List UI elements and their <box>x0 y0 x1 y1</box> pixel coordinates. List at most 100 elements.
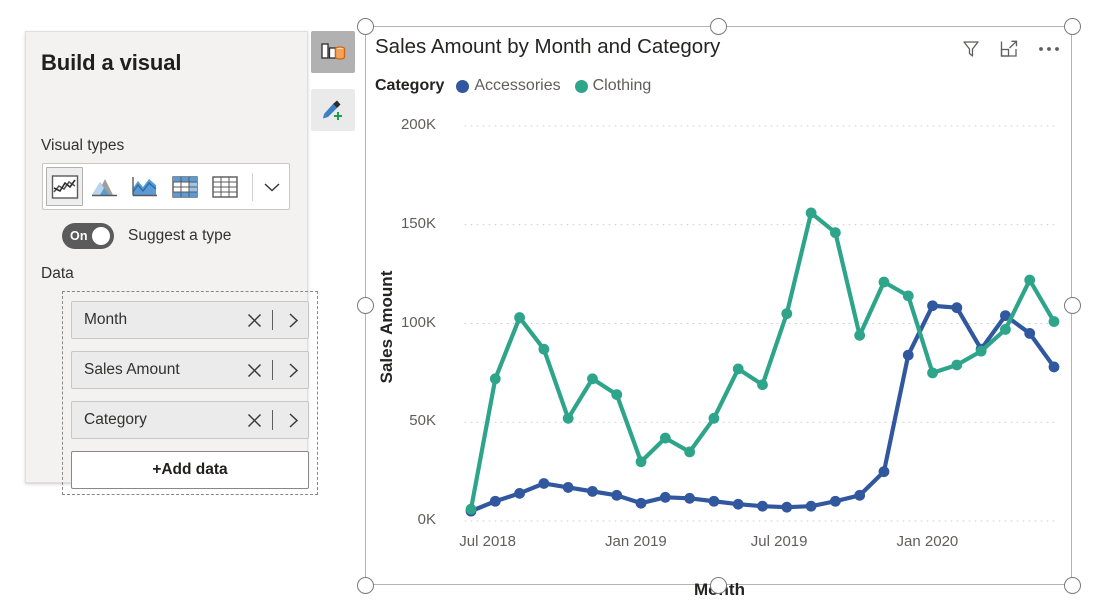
data-point <box>465 503 477 515</box>
data-point <box>805 207 817 219</box>
data-point <box>684 492 696 504</box>
format-visual-icon <box>323 100 342 120</box>
remove-field-button[interactable] <box>241 412 267 429</box>
data-point <box>538 478 550 489</box>
visual-type-matrix[interactable] <box>166 167 203 206</box>
data-point <box>757 379 768 391</box>
resize-handle-bottom-center[interactable] <box>710 577 727 594</box>
data-point <box>1024 327 1036 339</box>
field-label: Month <box>84 311 128 328</box>
data-point <box>538 343 550 355</box>
build-visual-icon <box>321 43 346 60</box>
chevron-right-icon <box>288 362 298 378</box>
resize-handle-top-center[interactable] <box>710 18 727 35</box>
expand-field-button[interactable] <box>278 312 308 329</box>
gallery-divider <box>251 172 253 201</box>
visual-type-stacked-area-chart[interactable] <box>126 167 163 206</box>
y-axis-title: Sales Amount <box>377 270 396 384</box>
chart-plot-area[interactable]: 0K 50K 100K 150K 200K Jul 2018 Jan 2019 Jul 20… <box>366 27 1071 599</box>
data-point <box>732 363 744 375</box>
suggest-a-type-row[interactable]: On Suggest a type <box>62 222 231 249</box>
data-point <box>489 373 501 385</box>
data-point <box>854 329 866 341</box>
data-point <box>829 227 841 239</box>
data-point <box>878 466 890 478</box>
data-point <box>951 302 963 314</box>
field-label: Category <box>84 411 147 428</box>
toggle-knob <box>92 226 110 245</box>
close-icon <box>247 413 261 427</box>
data-point <box>1000 324 1011 335</box>
series-line-clothing <box>468 210 1057 512</box>
data-point <box>587 373 598 385</box>
resize-handle-middle-left[interactable] <box>357 297 374 314</box>
data-point <box>489 495 501 507</box>
data-point <box>902 349 914 361</box>
data-point <box>659 432 671 444</box>
chevron-right-icon <box>288 412 298 428</box>
chart-canvas <box>464 125 1060 522</box>
data-field-category[interactable]: Category <box>71 401 309 439</box>
data-point <box>1048 316 1060 327</box>
build-visual-icon-button[interactable] <box>311 31 355 73</box>
data-point <box>708 495 720 507</box>
data-field-sales-amount[interactable]: Sales Amount <box>71 351 309 389</box>
chevron-right-icon <box>288 312 298 328</box>
matrix-table-type-icon <box>172 175 198 198</box>
resize-handle-bottom-left[interactable] <box>357 577 374 594</box>
data-point <box>514 487 525 499</box>
data-point <box>781 308 793 320</box>
suggest-a-type-label: Suggest a type <box>128 226 232 244</box>
data-point <box>635 497 647 509</box>
data-point <box>562 412 574 424</box>
data-point <box>878 276 890 288</box>
data-point <box>781 501 793 513</box>
data-point <box>829 495 841 507</box>
data-point <box>611 489 623 501</box>
data-point <box>1024 274 1036 286</box>
x-axis-tick-label: Jan 2020 <box>896 533 959 550</box>
data-point <box>708 412 720 424</box>
data-point <box>975 345 987 357</box>
expand-field-button[interactable] <box>278 362 308 379</box>
remove-field-button[interactable] <box>241 312 267 329</box>
remove-field-button[interactable] <box>241 362 267 379</box>
data-point <box>951 359 963 371</box>
visual-types-gallery[interactable] <box>42 163 290 210</box>
chart-visual-container[interactable]: Sales Amount by Month and Category Categ… <box>365 26 1072 599</box>
pill-divider <box>272 310 273 330</box>
data-point <box>659 491 671 503</box>
visual-types-label: Visual types <box>41 137 125 154</box>
add-data-button[interactable]: +Add data <box>71 451 309 489</box>
page-title: Build a visual <box>41 50 182 75</box>
resize-handle-top-right[interactable] <box>1064 18 1081 35</box>
resize-handle-bottom-right[interactable] <box>1064 577 1081 594</box>
data-point <box>902 290 914 302</box>
resize-handle-middle-right[interactable] <box>1064 297 1081 314</box>
data-point <box>1048 361 1060 373</box>
data-point <box>611 389 623 400</box>
format-visual-icon-button[interactable] <box>311 89 355 131</box>
visual-type-table[interactable] <box>207 167 244 206</box>
data-point <box>587 485 598 497</box>
data-fields-well[interactable]: Month Sales Amount Category +Add data <box>62 291 318 495</box>
line-chart-type-icon <box>51 174 78 199</box>
y-axis-tick-label: 150K <box>400 214 436 232</box>
visual-type-line-chart[interactable] <box>46 167 84 206</box>
visual-type-area-chart[interactable] <box>86 167 123 206</box>
expand-field-button[interactable] <box>278 412 308 429</box>
data-field-month[interactable]: Month <box>71 301 309 339</box>
data-point <box>562 482 574 493</box>
data-point <box>514 312 525 323</box>
visual-types-expand-button[interactable] <box>256 167 289 206</box>
close-icon <box>247 313 261 327</box>
x-axis-tick-label: Jul 2018 <box>459 533 516 550</box>
field-label: Sales Amount <box>84 361 180 378</box>
chevron-down-icon <box>264 182 280 192</box>
data-point <box>805 500 817 512</box>
data-point <box>757 500 768 512</box>
resize-handle-top-left[interactable] <box>357 18 374 35</box>
suggest-a-type-toggle[interactable]: On <box>62 222 114 249</box>
area-chart-type-icon <box>91 178 117 196</box>
stacked-area-chart-type-icon <box>132 176 157 196</box>
